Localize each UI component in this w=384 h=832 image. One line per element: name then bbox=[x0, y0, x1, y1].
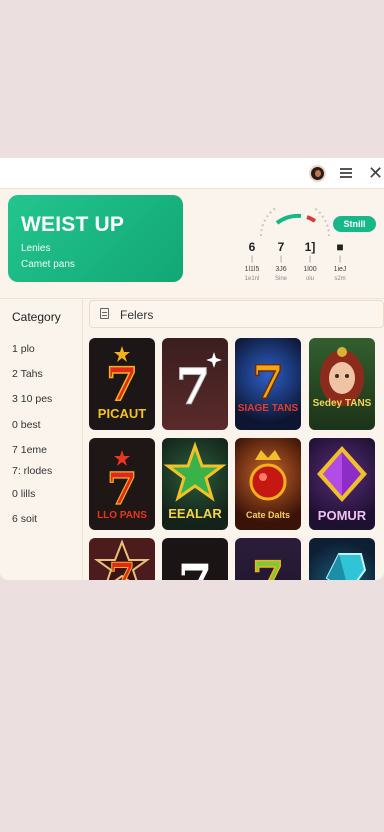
stat-item: 7 | 3J6 Sine bbox=[269, 240, 293, 282]
svg-text:7: 7 bbox=[176, 357, 211, 416]
filter-bar[interactable]: Felers bbox=[89, 300, 384, 328]
category-item[interactable]: 7 1eme bbox=[12, 444, 47, 456]
game-tile[interactable]: 7 bbox=[235, 538, 301, 580]
progress-gauge bbox=[260, 208, 330, 237]
stat-caption: Sine bbox=[274, 276, 287, 282]
game-tile[interactable]: EEALAR bbox=[162, 438, 228, 530]
game-tile[interactable]: 7 LLO PANS bbox=[89, 438, 155, 530]
stat-value: 1] bbox=[304, 240, 316, 254]
character-portrait-art bbox=[320, 347, 364, 406]
section-divider bbox=[0, 298, 384, 299]
stat-label: 3J6 bbox=[275, 266, 287, 273]
banner-subtitle: Lenies bbox=[21, 243, 51, 254]
svg-text:7: 7 bbox=[178, 553, 213, 580]
stat-label: 1l1l5 bbox=[244, 266, 260, 273]
app-window: ✕ WEIST UP Lenies Camet pans Stnill 6 | … bbox=[0, 158, 384, 580]
user-avatar[interactable] bbox=[309, 165, 326, 182]
slot-seven-art: 7 bbox=[175, 352, 222, 417]
slot-seven-art: 7 bbox=[251, 354, 285, 410]
game-title: EEALAR bbox=[168, 506, 222, 521]
game-tile[interactable] bbox=[309, 538, 375, 580]
category-title: Category bbox=[12, 310, 61, 324]
stat-value: 6 bbox=[248, 240, 256, 254]
start-button[interactable]: Stnill bbox=[333, 216, 376, 232]
stat-tick: | bbox=[251, 256, 253, 263]
game-title: Sedey TANS bbox=[312, 398, 372, 409]
sidebar-divider bbox=[82, 299, 83, 580]
stat-tick: | bbox=[309, 256, 311, 263]
svg-text:7: 7 bbox=[252, 355, 284, 409]
svg-text:7: 7 bbox=[252, 551, 284, 580]
category-item[interactable]: 2 Tahs bbox=[12, 368, 43, 380]
stat-item: ■ | 1ieJ s2m bbox=[328, 240, 352, 282]
game-tile[interactable]: 7 bbox=[89, 538, 155, 580]
game-tile[interactable]: 7 PICAUT bbox=[89, 338, 155, 430]
game-title: LLO PANS bbox=[97, 510, 147, 521]
filter-icon bbox=[100, 308, 109, 319]
game-tile[interactable]: 7 SIAGE TANS bbox=[235, 338, 301, 430]
game-title: SIAGE TANS bbox=[237, 403, 299, 414]
blue-gem-art bbox=[325, 553, 367, 580]
game-tile[interactable]: 7 bbox=[162, 338, 228, 430]
promo-banner[interactable]: WEIST UP Lenies Camet pans bbox=[8, 195, 183, 282]
stat-caption: olu bbox=[305, 276, 314, 282]
game-tile[interactable]: Cate Dalts bbox=[235, 438, 301, 530]
category-item[interactable]: 1 plo bbox=[12, 343, 35, 355]
category-item[interactable]: 3 10 pes bbox=[12, 393, 52, 405]
stat-item: 6 | 1l1l5 1e1nl bbox=[240, 240, 264, 282]
top-bar: ✕ bbox=[0, 158, 384, 189]
stat-caption: 1e1nl bbox=[244, 276, 260, 282]
category-item[interactable]: 0 lills bbox=[12, 488, 35, 500]
game-title: POMUR bbox=[317, 508, 367, 523]
stat-tick: | bbox=[339, 256, 341, 263]
category-item[interactable]: 0 best bbox=[12, 419, 41, 431]
slot-seven-art: 7 bbox=[251, 550, 285, 580]
slot-seven-art: 7 bbox=[93, 539, 151, 580]
stat-item: 1] | 1l00 olu bbox=[298, 240, 322, 282]
stat-value: 7 bbox=[277, 240, 285, 254]
category-item[interactable]: 6 soit bbox=[12, 513, 37, 525]
stat-caption: s2m bbox=[334, 276, 346, 282]
category-item[interactable]: 7: rlodes bbox=[12, 465, 52, 477]
game-tile[interactable]: POMUR bbox=[309, 438, 375, 530]
stat-label: 1l00 bbox=[303, 266, 317, 273]
svg-text:7: 7 bbox=[109, 554, 135, 580]
close-icon[interactable]: ✕ bbox=[368, 163, 384, 183]
game-tile[interactable]: 7 bbox=[162, 538, 228, 580]
hamburger-icon[interactable] bbox=[340, 168, 352, 178]
banner-title: WEIST UP bbox=[21, 213, 125, 236]
filter-label: Felers bbox=[120, 308, 154, 322]
svg-text:7: 7 bbox=[106, 357, 138, 411]
stat-tick: | bbox=[280, 256, 282, 263]
stat-value: ■ bbox=[336, 240, 344, 254]
stat-label: 1ieJ bbox=[333, 266, 347, 273]
game-title: PICAUT bbox=[97, 406, 147, 421]
svg-text:7: 7 bbox=[107, 464, 138, 515]
game-tile[interactable]: Sedey TANS bbox=[309, 338, 375, 430]
banner-caption: Camet pans bbox=[21, 259, 75, 270]
game-title: Cate Dalts bbox=[245, 510, 290, 520]
slot-seven-art: 7 bbox=[178, 553, 213, 580]
